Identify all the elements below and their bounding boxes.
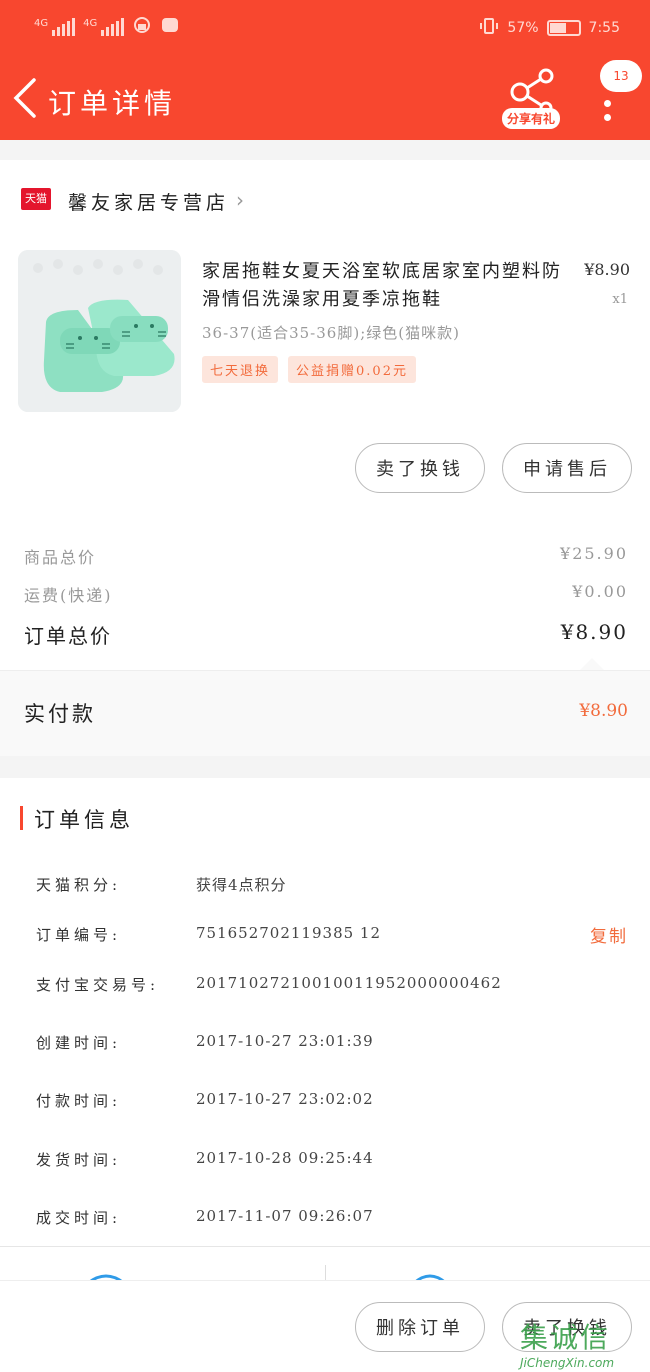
summary-row: 运费(快递) ¥0.00 — [24, 582, 628, 606]
info-value: 获得4点积分 — [196, 876, 287, 894]
price-summary: 商品总价 ¥25.90 运费(快递) ¥0.00 订单总价 ¥8.90 — [0, 510, 650, 670]
share-button[interactable]: 分享有礼 — [500, 68, 564, 130]
chevron-left-icon — [13, 78, 36, 118]
product-name[interactable]: 家居拖鞋女夏天浴室软底居家室内塑料防滑情侣洗澡家用夏季凉拖鞋 — [202, 258, 562, 314]
info-value: 2017-11-07 09:26:07 — [196, 1207, 374, 1225]
share-label: 分享有礼 — [502, 108, 561, 129]
info-value: 2017-10-27 23:02:02 — [196, 1090, 374, 1108]
pointer-notch — [580, 658, 604, 670]
tmall-badge: 天猫 — [21, 188, 51, 210]
signal-icon: 4G — [83, 18, 125, 36]
more-icon — [604, 100, 611, 107]
more-menu-button[interactable]: 13 — [592, 60, 644, 130]
after-sales-button[interactable]: 申请售后 — [502, 443, 632, 493]
clock: 7:55 — [588, 20, 620, 36]
summary-label: 运费(快递) — [24, 586, 113, 605]
info-value: 751652702119385 12 — [196, 924, 382, 942]
info-key: 订单编号: — [36, 926, 122, 944]
watermark-url: JiChengXin.com — [520, 1356, 615, 1370]
summary-label: 订单总价 — [24, 624, 112, 648]
store-row[interactable]: 天猫 馨友家居专营店 › — [0, 160, 650, 240]
product-image[interactable] — [18, 250, 181, 412]
return-policy-tag: 七天退换 — [202, 356, 279, 383]
product-price: ¥8.90 — [584, 260, 630, 279]
app-notification-icon — [160, 16, 180, 38]
store-name: 馨友家居专营店 — [68, 192, 230, 214]
copy-button[interactable]: 复制 — [590, 922, 628, 947]
battery-icon — [546, 20, 581, 36]
product-sku: 36-37(适合35-36脚);绿色(猫咪款) — [202, 324, 460, 342]
info-key: 创建时间: — [36, 1034, 122, 1052]
summary-value: ¥0.00 — [572, 582, 628, 601]
delete-order-button[interactable]: 删除订单 — [355, 1302, 485, 1352]
order-info-section: 订单信息 天猫积分: 获得4点积分 订单编号: 751652702119385 … — [0, 778, 650, 1246]
app-bar: 订单详情 分享有礼 13 — [0, 56, 650, 140]
summary-row: 商品总价 ¥25.90 — [24, 544, 628, 568]
info-key: 成交时间: — [36, 1209, 122, 1227]
info-key: 天猫积分: — [36, 876, 122, 894]
summary-value: ¥8.90 — [560, 620, 628, 644]
section-accent-bar — [20, 806, 23, 830]
info-key: 发货时间: — [36, 1151, 122, 1169]
info-key: 付款时间: — [36, 1092, 122, 1110]
vibrate-icon — [479, 17, 499, 39]
info-value: 2017-10-27 23:01:39 — [196, 1032, 374, 1050]
product-card: 家居拖鞋女夏天浴室软底居家室内塑料防滑情侣洗澡家用夏季凉拖鞋 ¥8.90 x1 … — [0, 240, 650, 510]
paid-value: ¥8.90 — [579, 701, 628, 721]
info-value: 2017-10-28 09:25:44 — [196, 1149, 374, 1167]
divider — [325, 1265, 326, 1281]
status-bar: 4G 4G 57% 7:55 — [0, 0, 650, 56]
product-quantity: x1 — [612, 292, 628, 307]
resell-button[interactable]: 卖了换钱 — [355, 443, 485, 493]
battery-percent: 57% — [507, 20, 539, 36]
summary-row: 订单总价 ¥8.90 — [24, 620, 628, 649]
info-key: 支付宝交易号: — [36, 976, 160, 994]
chevron-right-icon: › — [236, 188, 244, 212]
watermark-text: 集诚信 — [520, 1321, 611, 1354]
back-button[interactable] — [8, 76, 44, 120]
contact-strip — [0, 1246, 650, 1283]
paid-label: 实付款 — [24, 702, 96, 726]
page-title: 订单详情 — [48, 87, 177, 120]
summary-label: 商品总价 — [24, 548, 97, 567]
message-count-badge: 13 — [600, 60, 642, 92]
info-value: 20171027210010011952000000462 — [196, 974, 502, 992]
actual-payment-row: 实付款 ¥8.90 — [0, 670, 650, 756]
charity-tag: 公益捐赠0.02元 — [288, 356, 416, 383]
watermark: 集诚信 JiChengXin.com — [520, 1316, 650, 1372]
section-title: 订单信息 — [34, 808, 134, 832]
more-icon — [604, 114, 611, 121]
summary-value: ¥25.90 — [560, 544, 628, 563]
app-notification-icon — [132, 16, 152, 38]
signal-icon: 4G — [34, 18, 76, 36]
